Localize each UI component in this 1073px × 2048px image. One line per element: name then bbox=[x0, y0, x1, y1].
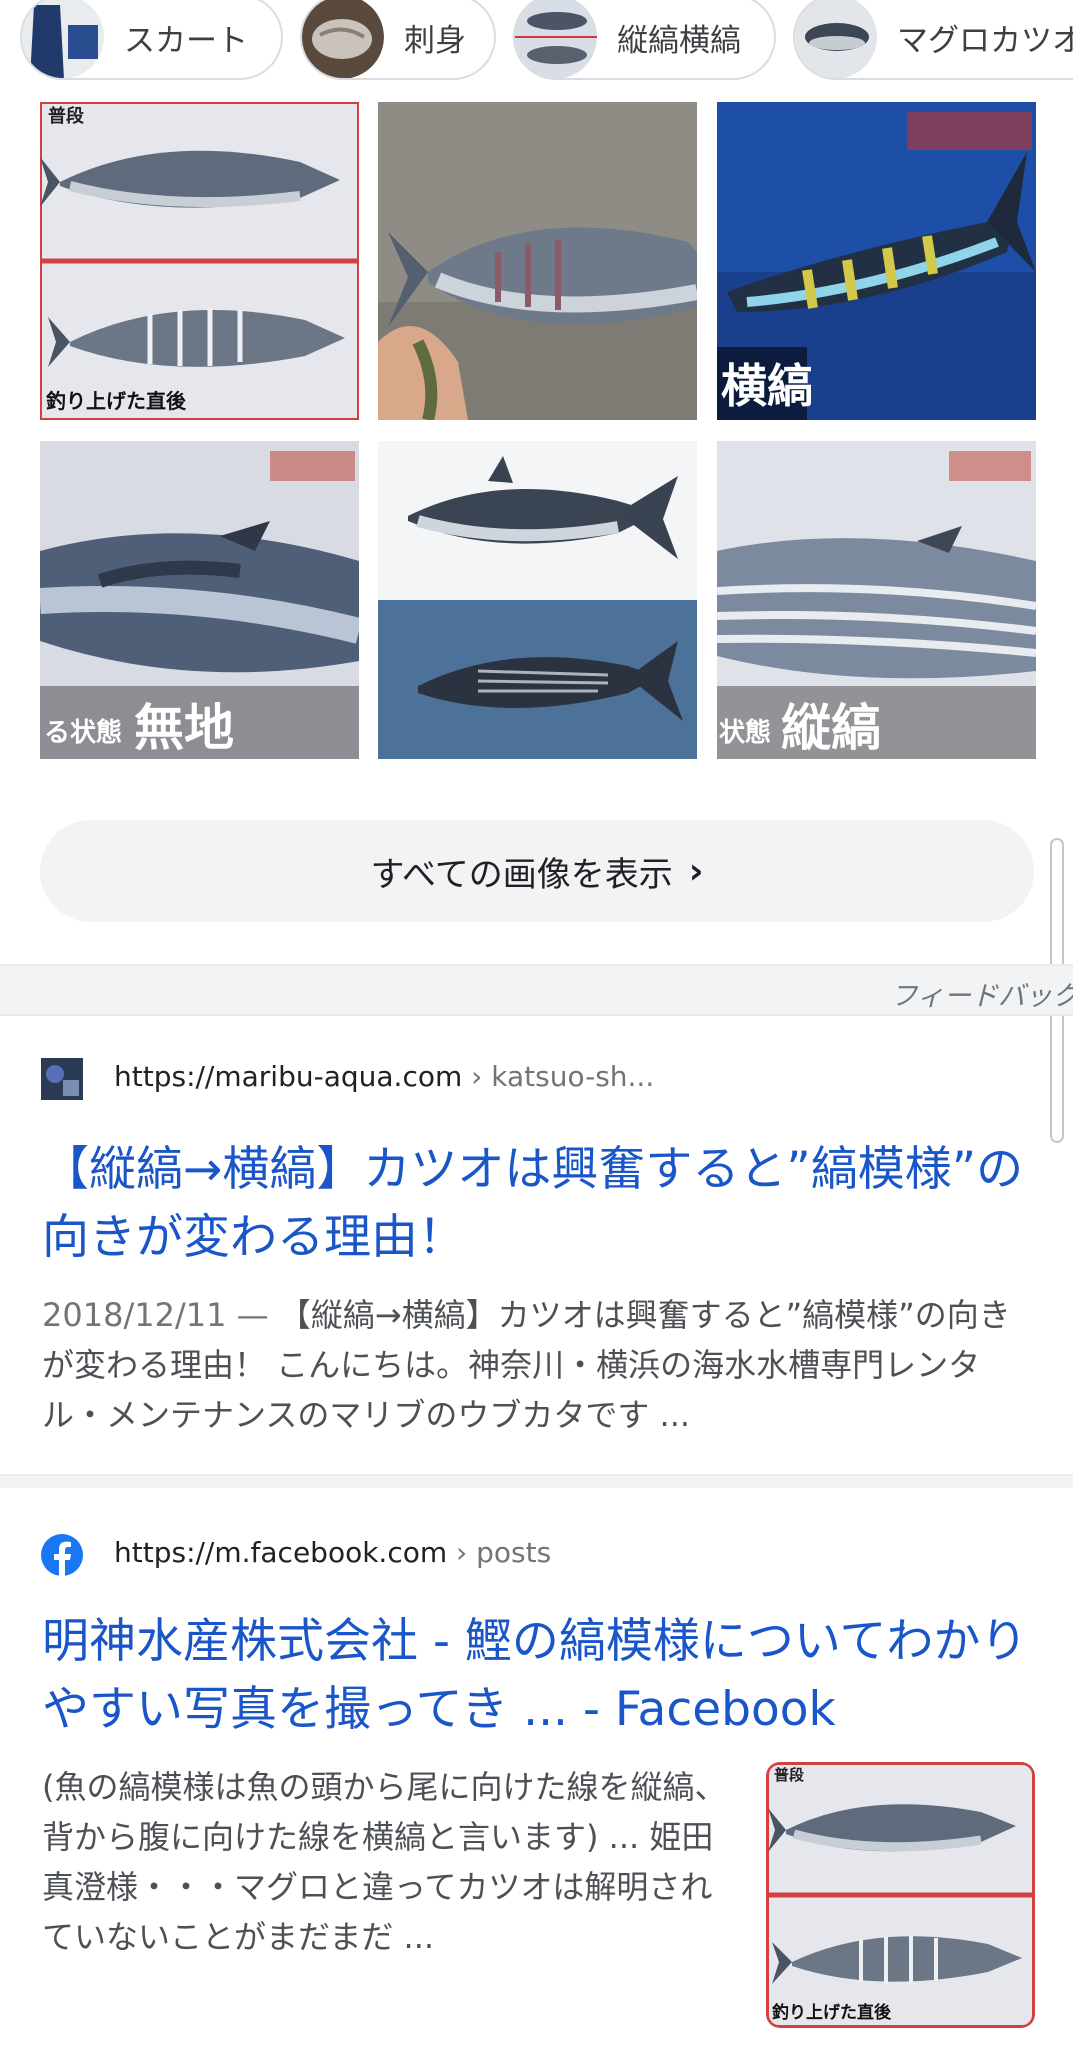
tile-caption-small: る状態 bbox=[44, 717, 122, 748]
feedback-link[interactable]: フィードバック bbox=[891, 974, 1073, 1013]
result-title-link[interactable]: 明神水産株式会社 - 鰹の縞模様についてわかりやすい写真を撮ってき ... - … bbox=[42, 1608, 1042, 1744]
chip-label: 刺身 bbox=[404, 22, 466, 59]
sashimi-thumbnail bbox=[302, 0, 384, 78]
image-result-4[interactable]: る状態 無地 bbox=[40, 441, 359, 759]
tuna-thumbnail bbox=[795, 0, 877, 78]
skirt-thumbnail bbox=[22, 0, 104, 78]
thumb-bottom-caption: 釣り上げた直後 bbox=[772, 2002, 892, 2023]
tile-top-caption: 普段 bbox=[48, 105, 85, 127]
result-site-line[interactable]: https://maribu-aqua.com › katsuo-sh... bbox=[114, 1060, 654, 1093]
related-search-chips: スカート 刺身 縦縞横縞 マグロカツオ bbox=[0, 0, 1073, 86]
facebook-favicon-icon bbox=[41, 1534, 83, 1576]
result-breadcrumb: › posts bbox=[447, 1536, 552, 1569]
maribu-favicon-icon bbox=[41, 1058, 83, 1100]
tile-caption: 無地 bbox=[134, 699, 234, 757]
show-all-label: すべての画像を表示 bbox=[370, 854, 673, 895]
search-results-page: スカート 刺身 縦縞横縞 マグロカツオ 普段 釣り上げた直後 横縞 る状態 無地… bbox=[0, 0, 1073, 2048]
result-separator bbox=[0, 1474, 1073, 1488]
result-date: 2018/12/11 — bbox=[42, 1296, 279, 1334]
result-site-line[interactable]: https://m.facebook.com › posts bbox=[114, 1536, 551, 1569]
chip-label: スカート bbox=[124, 22, 248, 59]
tile-bottom-caption: 釣り上げた直後 bbox=[46, 389, 187, 413]
tile-caption-small: 状態 bbox=[719, 717, 771, 748]
image-result-5[interactable] bbox=[378, 441, 697, 759]
result-thumbnail[interactable]: 普段 釣り上げた直後 bbox=[766, 1762, 1035, 2028]
result-snippet: (魚の縞模様は魚の頭から尾に向けた線を縦縞、背から腹に向けた線を横縞と言います)… bbox=[42, 1768, 727, 1956]
stripes-thumbnail bbox=[515, 0, 597, 78]
chip-skirt[interactable]: スカート bbox=[20, 0, 283, 80]
image-result-2[interactable] bbox=[378, 102, 697, 420]
chip-tuna-bonito[interactable]: マグロカツオ bbox=[793, 0, 1073, 80]
result-breadcrumb: › katsuo-sh... bbox=[462, 1060, 655, 1093]
chevron-right-icon: › bbox=[688, 850, 704, 892]
show-all-images-button[interactable]: すべての画像を表示 › bbox=[40, 820, 1034, 922]
image-result-6[interactable]: 状態 縦縞 bbox=[717, 441, 1036, 759]
chip-stripes[interactable]: 縦縞横縞 bbox=[513, 0, 776, 80]
tile-caption: 縦縞 bbox=[781, 699, 881, 757]
image-result-3[interactable]: 横縞 bbox=[717, 102, 1036, 420]
image-result-1[interactable]: 普段 釣り上げた直後 bbox=[40, 102, 359, 420]
chip-label: マグロカツオ bbox=[897, 22, 1073, 59]
result-url: https://m.facebook.com bbox=[114, 1536, 448, 1569]
chip-label: 縦縞横縞 bbox=[617, 22, 741, 59]
result-url: https://maribu-aqua.com bbox=[114, 1060, 463, 1093]
result-title-link[interactable]: 【縦縞→横縞】カツオは興奮すると”縞模様”の向きが変わる理由！ bbox=[42, 1136, 1042, 1272]
tile-caption: 横縞 bbox=[721, 359, 813, 413]
result-snippet: 2018/12/11 — 【縦縞→横縞】カツオは興奮すると”縞模様”の向きが変わ… bbox=[42, 1290, 1042, 1440]
thumb-top-caption: 普段 bbox=[774, 1766, 804, 1784]
chip-sashimi[interactable]: 刺身 bbox=[300, 0, 496, 80]
